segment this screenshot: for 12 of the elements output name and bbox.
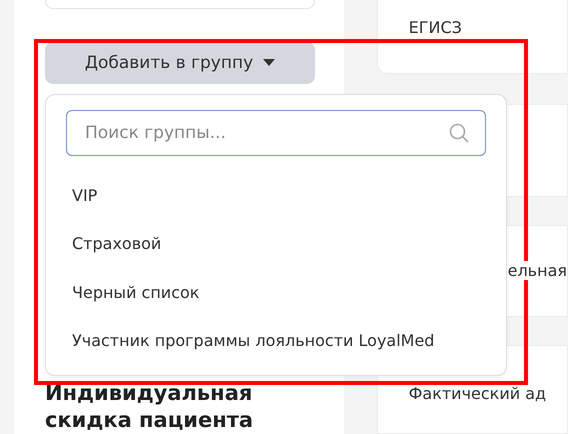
field-label: ельная	[508, 261, 567, 280]
caret-icon	[263, 59, 276, 66]
group-option[interactable]: VIP	[66, 171, 486, 220]
group-option[interactable]: Участник программы лояльности LoyalMed	[66, 316, 486, 365]
group-option[interactable]: Страховой	[66, 220, 486, 268]
group-option[interactable]: Черный список	[66, 268, 486, 316]
egisz-label: ЕГИСЗ	[408, 18, 462, 37]
discount-heading: Индивидуальная скидка пациента	[44, 380, 254, 434]
group-search-field[interactable]: Поиск группы...	[66, 110, 486, 156]
add-to-group-button[interactable]: Добавить в группу	[44, 42, 315, 84]
search-icon	[449, 123, 469, 143]
address-label: Фактический ад	[408, 384, 546, 404]
